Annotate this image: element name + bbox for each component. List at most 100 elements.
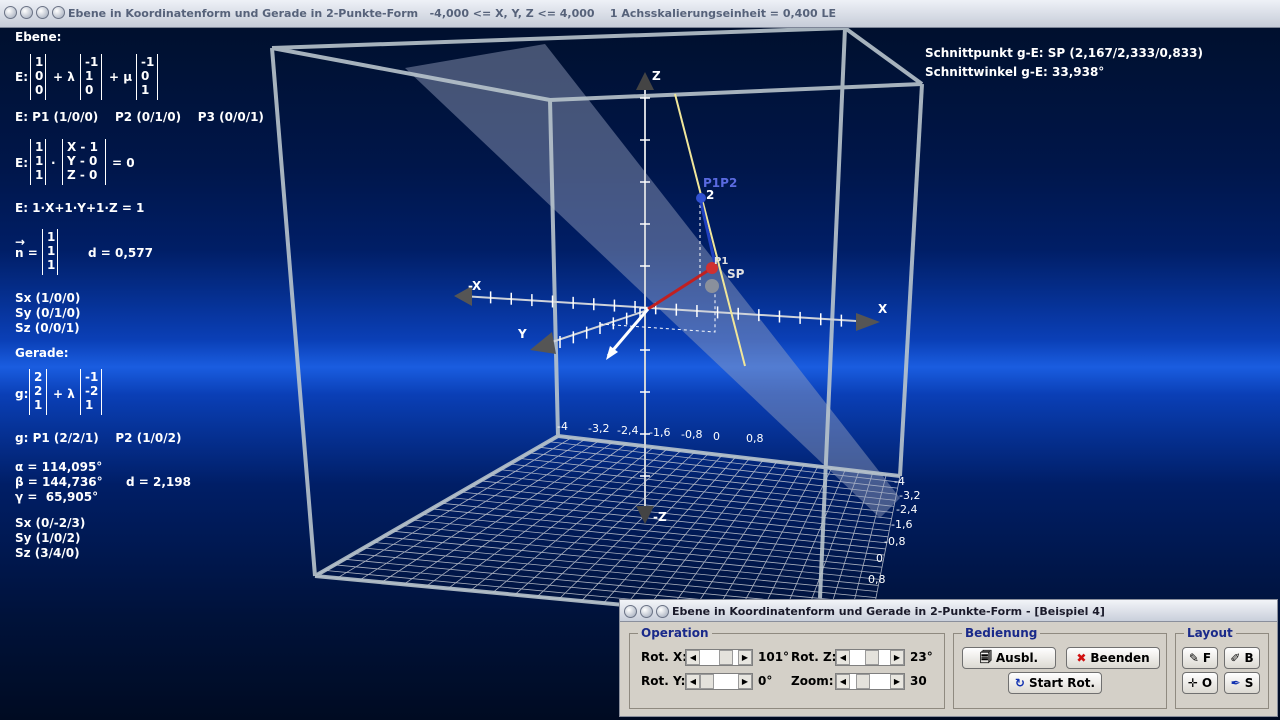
back-tick-label: 0,8	[746, 432, 764, 445]
e-xyz-y: Y - 0	[67, 154, 98, 168]
floor-grid-line	[402, 525, 881, 574]
e-normal-x: 1	[35, 140, 44, 154]
point-two-label: 2	[706, 188, 715, 202]
zoom-value: 30	[910, 674, 927, 688]
rot-z-value: 23°	[910, 650, 933, 664]
rot-z-decrement[interactable]: ◀	[836, 650, 850, 665]
rot-y-value: 0°	[758, 674, 773, 688]
window-menu-button[interactable]	[52, 6, 65, 19]
e-vector-2-z: 0	[85, 83, 94, 97]
minimize-window-button[interactable]	[20, 6, 33, 19]
floor-grid-line	[447, 445, 641, 589]
maximize-window-button[interactable]	[36, 6, 49, 19]
layout-label: Layout	[1184, 626, 1236, 640]
layout-b-button[interactable]: ✐ B	[1224, 647, 1260, 669]
neg-x-axis-label: -X	[468, 279, 482, 293]
sp-label: SP	[727, 267, 745, 281]
rot-z-thumb[interactable]	[865, 650, 879, 665]
e-prefix-normal: E:	[15, 156, 28, 170]
e-vector-2-x: -1	[85, 55, 99, 69]
ausblenden-button[interactable]: 🗐 Ausbl.	[962, 647, 1056, 669]
layout-o-button[interactable]: ✛ O	[1182, 672, 1218, 694]
panel-window-controls	[624, 605, 669, 618]
ausblenden-label: Ausbl.	[995, 651, 1039, 665]
z-axis-label: Z	[652, 69, 661, 83]
rot-z-increment[interactable]: ▶	[890, 650, 904, 665]
back-tick-label: -0,8	[681, 428, 703, 441]
g-vector-2-y: -2	[85, 384, 99, 398]
pen-icon: ✒	[1230, 676, 1241, 690]
plane-sz: Sz (0/0/1)	[15, 321, 80, 335]
floor-grid-line	[359, 438, 586, 581]
back-tick-label: -1,6	[649, 426, 671, 439]
g-vector-1-y: 2	[34, 384, 43, 398]
panel-close-button[interactable]	[624, 605, 637, 618]
zoom-increment[interactable]: ▶	[890, 674, 904, 689]
panel-titlebar: Ebene in Koordinatenform und Gerade in 2…	[620, 600, 1277, 622]
layout-o-label: O	[1201, 676, 1213, 690]
brush-icon: ✐	[1230, 651, 1241, 665]
g-vector-1: 2 2 1	[29, 369, 47, 415]
floor-grid-line	[480, 480, 891, 526]
e-vector-2-y: 1	[85, 69, 94, 83]
e-vector-1: 1 0 0	[30, 54, 46, 100]
rot-x-thumb[interactable]	[719, 650, 733, 665]
layout-s-button[interactable]: ✒ S	[1224, 672, 1260, 694]
line-distance: d = 2,198	[126, 475, 191, 489]
back-tick-label: -4	[557, 420, 568, 433]
floor-grid-line	[581, 454, 723, 602]
e-vector-1-z: 0	[35, 83, 44, 97]
e-normal-vector: 1 1 1	[30, 139, 46, 185]
rot-z-slider[interactable]: ◀ ▶	[835, 649, 905, 666]
zoom-decrement[interactable]: ◀	[836, 674, 850, 689]
rot-y-slider[interactable]: ◀ ▶	[685, 673, 753, 690]
angle-alpha: α = 114,095°	[15, 460, 103, 474]
hide-icon: 🗐	[979, 649, 992, 664]
rot-x-decrement[interactable]: ◀	[686, 650, 700, 665]
line-sz: Sz (3/4/0)	[15, 546, 80, 560]
floor-grid-line	[536, 451, 696, 598]
rot-y-decrement[interactable]: ◀	[686, 674, 700, 689]
n-label: n =	[15, 246, 38, 260]
layout-s-label: S	[1244, 676, 1254, 690]
zoom-thumb[interactable]	[856, 674, 870, 689]
floor-grid-line	[353, 553, 875, 605]
rot-x-increment[interactable]: ▶	[738, 650, 752, 665]
start-rotation-button[interactable]: ↻ Start Rot.	[1008, 672, 1102, 694]
close-icon: ✖	[1076, 651, 1087, 665]
p1-label: P1	[714, 256, 729, 267]
g-vector-2: -1 -2 1	[80, 369, 102, 415]
e-normal-y: 1	[35, 154, 44, 168]
back-tick-label: -2,4	[617, 424, 639, 437]
operation-label: Operation	[638, 626, 712, 640]
eq-zero: = 0	[112, 156, 135, 170]
gerade-heading: Gerade:	[15, 346, 69, 360]
rot-y-thumb[interactable]	[700, 674, 714, 689]
paint-bucket-icon: ✎	[1188, 651, 1199, 665]
dot-operator: ·	[51, 156, 56, 170]
rot-z-label: Rot. Z:	[791, 650, 837, 664]
e-vector-1-x: 1	[35, 55, 44, 69]
floor-grid-line	[373, 542, 878, 592]
panel-menu-button[interactable]	[656, 605, 669, 618]
angle-gamma: γ = 65,905°	[15, 490, 99, 504]
e-prefix: E:	[15, 70, 28, 84]
intersection-point: Schnittpunkt g-E: SP (2,167/2,333/0,833)	[925, 46, 1203, 60]
g-vector-2-x: -1	[85, 370, 99, 384]
g-plus-lambda: + λ	[53, 387, 75, 401]
line-sx: Sx (0/-2/3)	[15, 516, 86, 530]
beenden-button[interactable]: ✖ Beenden	[1066, 647, 1160, 669]
floor-grid-line	[383, 536, 879, 586]
zoom-slider[interactable]: ◀ ▶	[835, 673, 905, 690]
rot-x-slider[interactable]: ◀ ▶	[685, 649, 753, 666]
rot-y-increment[interactable]: ▶	[738, 674, 752, 689]
layout-f-button[interactable]: ✎ F	[1182, 647, 1218, 669]
angle-beta: β = 144,736°	[15, 475, 103, 489]
panel-minimize-button[interactable]	[640, 605, 653, 618]
layout-f-label: F	[1202, 651, 1212, 665]
window-titlebar: Ebene in Koordinatenform und Gerade in 2…	[0, 0, 1280, 28]
point-p1p2	[696, 193, 706, 203]
plane-sy: Sy (0/1/0)	[15, 306, 81, 320]
close-window-button[interactable]	[4, 6, 17, 19]
e-xyz-x: X - 1	[67, 140, 98, 154]
